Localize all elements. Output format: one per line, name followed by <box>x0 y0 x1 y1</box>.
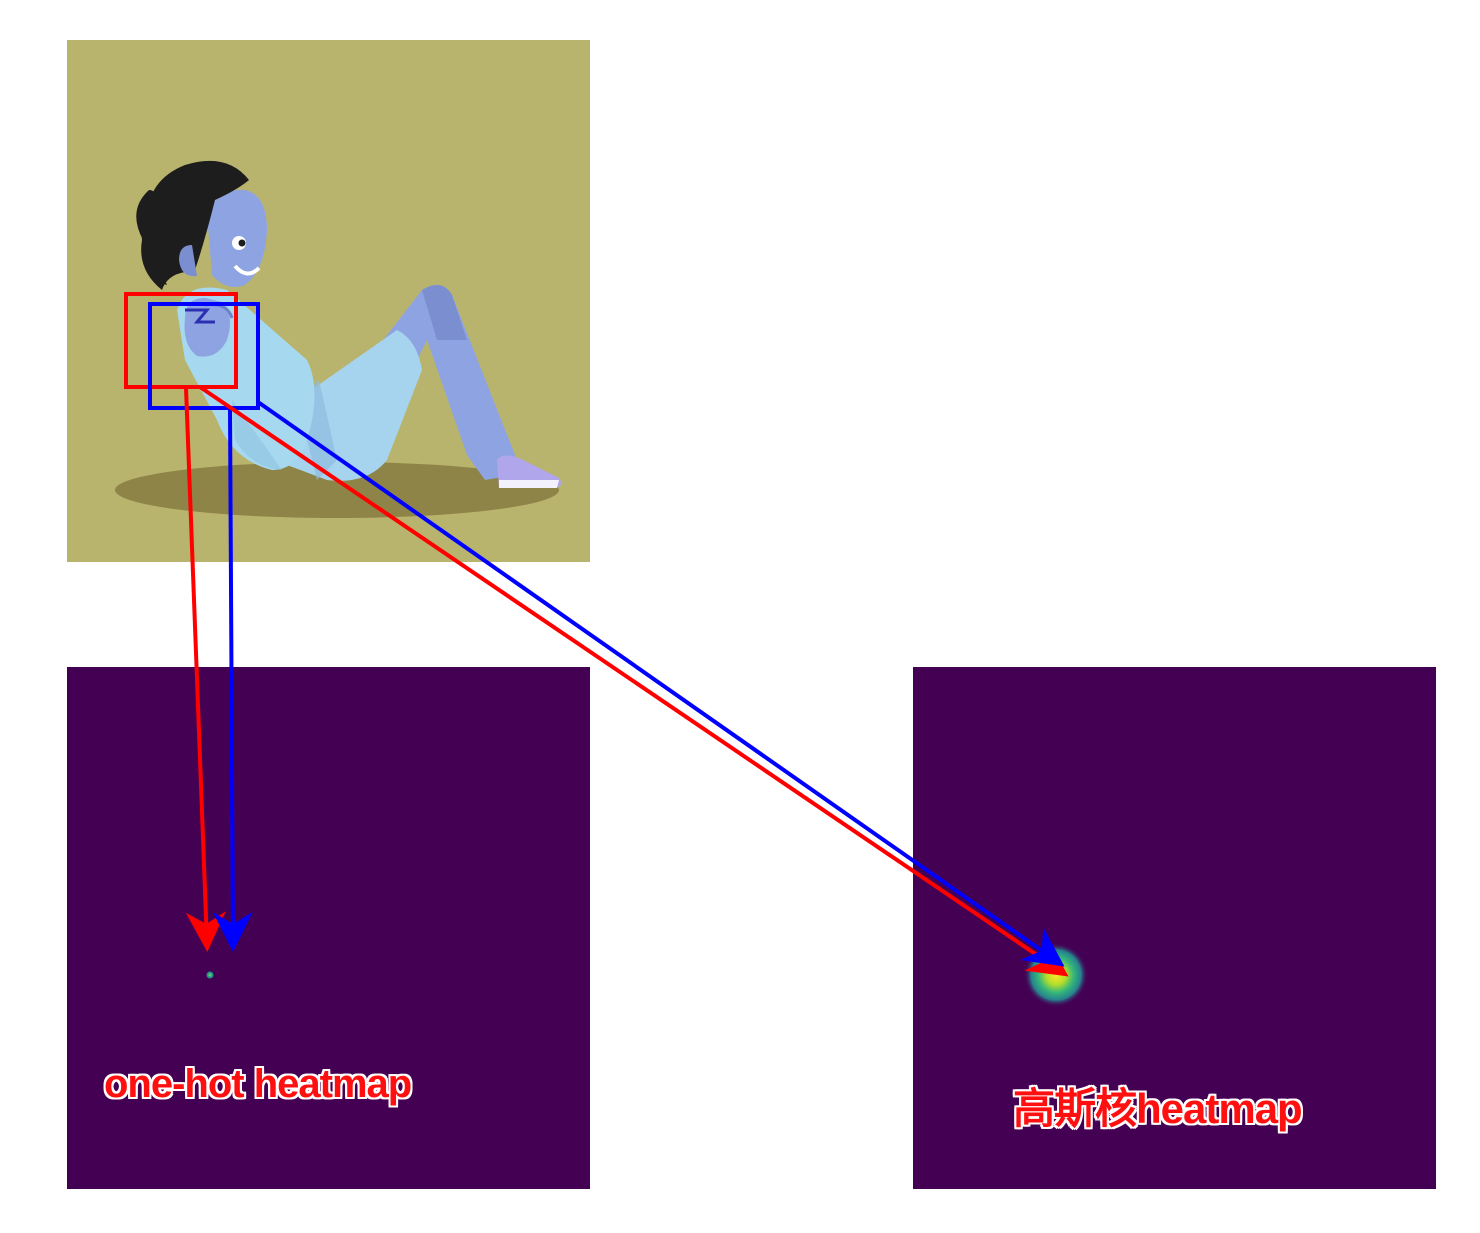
one-hot-peak <box>206 971 214 979</box>
one-hot-heatmap <box>67 667 590 1189</box>
cartoon-woman-situp-illustration <box>67 40 590 562</box>
one-hot-heatmap-label: one-hot heatmap <box>104 1062 412 1106</box>
source-image <box>67 40 590 562</box>
gaussian-heatmap-label: 高斯核heatmap <box>1013 1085 1303 1132</box>
